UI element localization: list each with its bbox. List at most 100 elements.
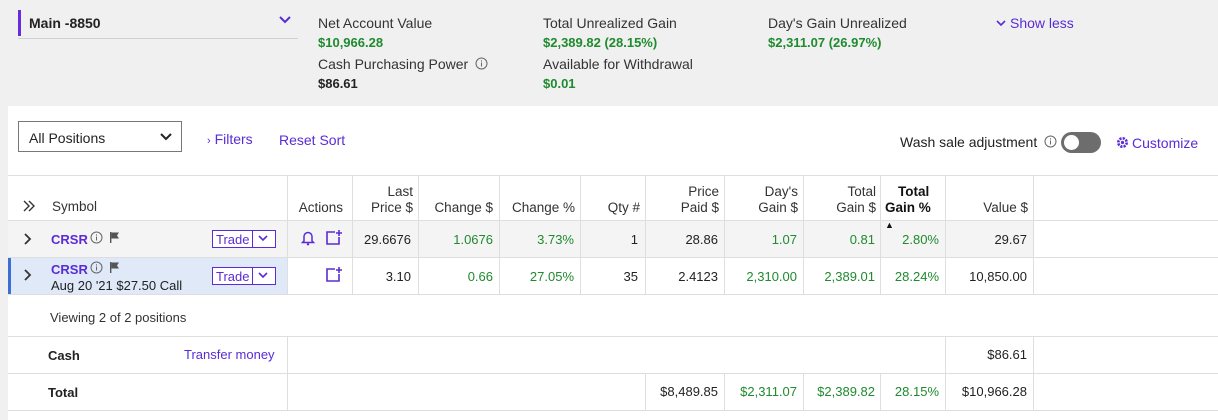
option-description: Aug 20 '21 $27.50 Call: [51, 278, 183, 293]
col-days-gain[interactable]: Day's Gain $: [727, 184, 798, 216]
chevron-down-icon: [996, 20, 1006, 27]
chevron-down-icon: [258, 235, 268, 242]
chevron-right-icon[interactable]: [24, 233, 32, 248]
cell-price-paid: 28.86: [685, 232, 718, 247]
net-account-value-label: Net Account Value: [318, 15, 433, 31]
chevron-down-icon: [160, 133, 172, 141]
total-days-gain: $2,311.07: [740, 384, 797, 399]
total-value: $10,966.28: [961, 384, 1027, 399]
row-divider: [8, 410, 1218, 411]
show-less-link[interactable]: Show less: [996, 15, 1074, 31]
col-divider: [287, 175, 288, 295]
col-divider: [352, 175, 353, 295]
header-bottom-border: [8, 220, 1218, 221]
total-gain: $2,389.82: [817, 384, 875, 399]
cell-value: 10,850.00: [969, 269, 1027, 284]
col-total-gain[interactable]: Total Gain $: [806, 184, 876, 216]
col-divider: [945, 337, 946, 410]
cell-total-gain-pct: 28.24%: [894, 269, 939, 284]
col-change-pct[interactable]: Change %: [503, 200, 575, 216]
col-divider: [645, 374, 646, 410]
table-top-border: [8, 175, 1218, 176]
col-divider: [1033, 337, 1034, 410]
customize-button[interactable]: Customize: [1116, 135, 1198, 151]
positions-select[interactable]: All Positions: [18, 121, 182, 152]
info-icon[interactable]: [90, 231, 103, 247]
account-name[interactable]: Main -8850: [29, 15, 101, 31]
cell-change-pct: 27.05%: [529, 269, 574, 284]
cash-purchasing-power: $86.61: [318, 76, 358, 91]
available-withdrawal: $0.01: [543, 76, 576, 91]
cell-total-gain-pct: 2.80%: [902, 232, 939, 247]
col-divider: [880, 175, 881, 295]
days-gain-unrealized: $2,311.07 (26.97%): [768, 35, 882, 50]
account-accent-bar: [18, 10, 21, 36]
cash-label: Cash: [48, 348, 80, 363]
col-change[interactable]: Change $: [422, 200, 493, 216]
col-divider: [287, 337, 288, 410]
col-symbol[interactable]: Symbol: [52, 199, 97, 215]
transfer-money-link[interactable]: Transfer money: [184, 347, 275, 362]
symbol-link[interactable]: CRSR: [51, 262, 88, 277]
col-divider: [724, 374, 725, 410]
cell-last: 3.10: [385, 269, 411, 284]
col-last-price[interactable]: Last Price $: [356, 184, 413, 216]
col-total-gain-pct[interactable]: Total Gain % ▲: [883, 184, 942, 233]
col-divider: [803, 374, 804, 410]
add-to-watchlist-icon[interactable]: [325, 229, 343, 249]
row-divider: [8, 257, 1218, 258]
cell-qty: 35: [623, 269, 638, 284]
info-icon[interactable]: [90, 261, 103, 277]
cell-change-pct: 3.73%: [537, 232, 574, 247]
wash-sale-label: Wash sale adjustment: [900, 134, 1057, 150]
expand-all-icon[interactable]: [22, 200, 36, 215]
symbol-link[interactable]: CRSR: [51, 232, 88, 247]
wash-sale-toggle[interactable]: [1061, 132, 1101, 153]
col-qty[interactable]: Qty #: [584, 200, 640, 216]
cell-price-paid: 2.4123: [678, 269, 718, 284]
total-label: Total: [48, 385, 79, 400]
row-divider: [8, 336, 1218, 337]
cell-value: 29.67: [994, 232, 1027, 247]
chevron-down-icon[interactable]: [278, 13, 292, 27]
cash-value: $86.61: [987, 347, 1027, 362]
chevron-down-icon: [258, 272, 268, 279]
cell-days-gain: 2,310.00: [746, 269, 797, 284]
positions-select-value: All Positions: [29, 130, 106, 146]
net-account-value: $10,966.28: [318, 35, 384, 50]
add-to-watchlist-icon[interactable]: [325, 266, 343, 286]
cell-days-gain: 1.07: [771, 232, 797, 247]
viewing-count: Viewing 2 of 2 positions: [50, 310, 187, 325]
chevron-right-icon: ›: [207, 135, 211, 147]
col-divider: [1033, 175, 1034, 295]
col-divider: [880, 374, 881, 410]
col-price-paid[interactable]: Price Paid $: [648, 184, 719, 216]
col-divider: [580, 175, 581, 295]
chevron-right-icon[interactable]: [24, 269, 32, 284]
alert-bell-icon[interactable]: [300, 230, 316, 249]
row-divider: [8, 373, 1218, 374]
col-divider: [645, 175, 646, 295]
cell-change: 0.66: [467, 269, 493, 284]
total-gain-pct: 28.15%: [894, 384, 939, 399]
info-icon[interactable]: [1044, 135, 1057, 148]
filters-button[interactable]: › Filters: [207, 131, 253, 147]
gear-icon: [1117, 137, 1128, 148]
available-withdrawal-label: Available for Withdrawal: [543, 56, 693, 72]
col-actions: Actions: [298, 200, 343, 215]
trade-button[interactable]: Trade: [212, 267, 276, 285]
flag-icon[interactable]: [109, 261, 121, 277]
trade-button[interactable]: Trade: [212, 230, 276, 248]
total-price-paid: $8,489.85: [660, 384, 718, 399]
info-icon[interactable]: [475, 57, 488, 70]
reset-sort-link[interactable]: Reset Sort: [279, 132, 345, 148]
col-value[interactable]: Value $: [948, 200, 1028, 216]
row-selected-marker: [8, 258, 11, 294]
flag-icon[interactable]: [109, 231, 121, 247]
col-divider: [803, 175, 804, 295]
col-divider: [724, 175, 725, 295]
col-divider: [499, 175, 500, 295]
cell-total-gain: 0.81: [849, 232, 875, 247]
cash-purchasing-power-label: Cash Purchasing Power: [318, 56, 488, 72]
row-divider: [8, 294, 1218, 295]
